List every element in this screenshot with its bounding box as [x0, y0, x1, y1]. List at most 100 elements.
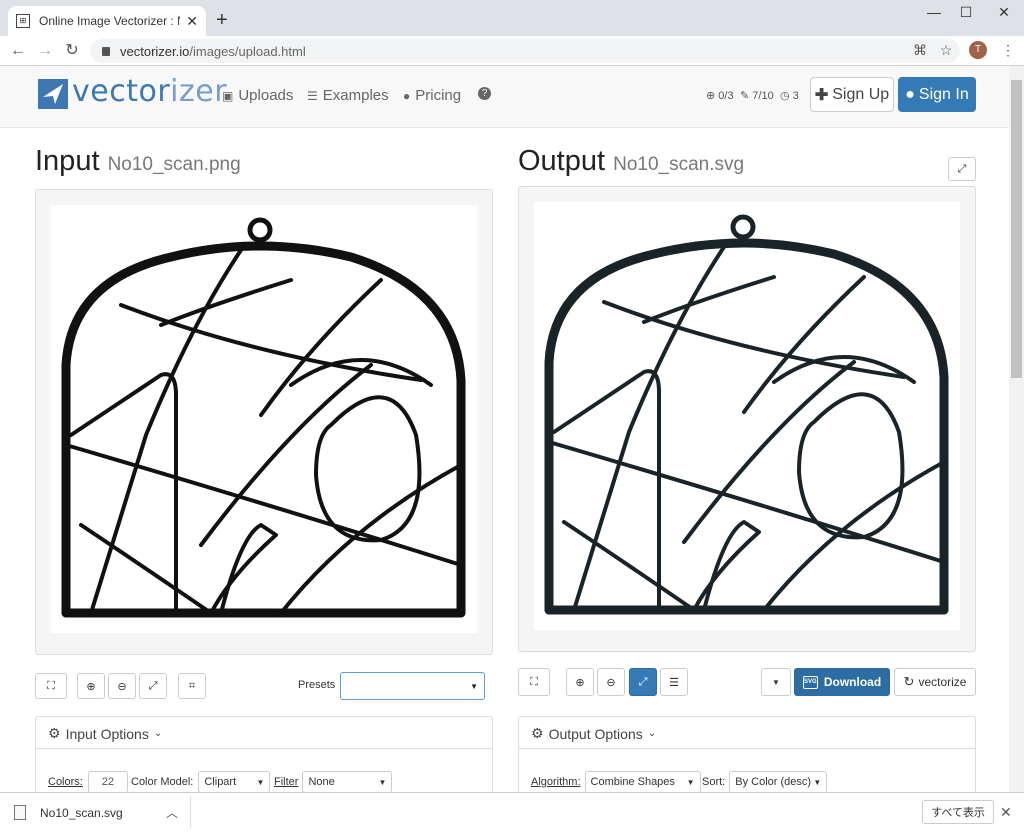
list-icon: ☰ [669, 676, 679, 689]
help-icon[interactable]: ? [478, 87, 491, 100]
output-image[interactable] [534, 202, 960, 630]
zoom-in-icon: ⊕ [86, 680, 96, 693]
fit-screen-button[interactable]: ⛶ [35, 673, 67, 699]
input-drawing [61, 217, 466, 618]
input-options-title: Input Options [65, 725, 149, 742]
url-field[interactable]: vectorizer.io/images/upload.html [90, 39, 960, 63]
zoom-out-button[interactable]: ⊖ [108, 673, 136, 699]
chevron-up-icon[interactable]: ︿ [166, 804, 178, 821]
maximize-icon[interactable]: ☐ [951, 4, 981, 21]
output-drawing [544, 214, 949, 615]
expand-icon: ⤢ [148, 679, 158, 692]
crop-button[interactable]: ⌗ [178, 673, 206, 699]
bookmark-star-icon[interactable]: ☆ [936, 42, 956, 59]
sign-in-label: Sign In [918, 85, 969, 103]
gear-icon: ⚙ [48, 725, 61, 741]
minimize-icon[interactable]: — [919, 4, 949, 20]
zoom-in-button[interactable]: ⊕ [77, 673, 105, 699]
output-list-button[interactable]: ☰ [660, 668, 688, 696]
nav-examples[interactable]: ☰ Examples [307, 87, 389, 104]
input-title: Input [35, 145, 100, 177]
color-model-label: Color Model: [131, 776, 194, 788]
plus-icon: ✚ [814, 86, 829, 104]
input-image[interactable] [51, 205, 477, 633]
logo-text-accent: izer [170, 74, 228, 109]
filter-option: Filter None ▼ [274, 771, 393, 793]
download-options-button[interactable]: ▼ [761, 668, 791, 696]
zoom-in-icon: ⊕ [575, 676, 585, 689]
filter-select[interactable]: None ▼ [302, 771, 393, 793]
sign-up-button[interactable]: ✚ Sign Up [810, 77, 894, 112]
vectorize-button[interactable]: ↻ vectorize [894, 668, 976, 696]
edit-quota-value: 7/10 [752, 90, 774, 102]
divider [36, 748, 492, 749]
caret-down-icon: ▼ [378, 777, 387, 787]
close-icon[interactable]: ✕ [1000, 804, 1012, 821]
download-button[interactable]: SVG Download [794, 668, 890, 696]
caret-down-icon: ▼ [772, 677, 780, 687]
zoom-out-icon: ⊖ [117, 680, 127, 693]
input-heading: Input No10_scan.png [35, 145, 241, 178]
fullscreen-button[interactable]: ⤢ [948, 157, 976, 181]
presets-select[interactable]: ▼ [340, 672, 485, 700]
color-model-value: Clipart [204, 776, 237, 788]
caret-down-icon: ▼ [686, 777, 695, 787]
algorithm-label[interactable]: Algorithm: [531, 776, 581, 788]
url-path: /images/upload.html [189, 43, 306, 59]
output-expand-button[interactable]: ⤢ [629, 668, 657, 696]
logo[interactable]: vectorizer [72, 74, 227, 109]
scrollbar-thumb[interactable] [1011, 80, 1022, 378]
fit-icon: ⛶ [47, 679, 55, 692]
image-icon: ▣ [222, 88, 234, 103]
output-image-panel[interactable] [518, 186, 976, 652]
time-quota-value: 3 [792, 90, 799, 102]
url-host: vectorizer.io [120, 43, 190, 59]
list-icon: ☰ [307, 88, 318, 103]
filter-label[interactable]: Filter [274, 776, 298, 788]
chevron-down-icon: ⌄ [153, 728, 163, 739]
download-shelf [0, 792, 1024, 833]
vectorize-label: vectorize [918, 675, 967, 689]
color-model-option: Color Model: Clipart ▼ [131, 771, 271, 793]
profile-avatar[interactable]: T [969, 41, 987, 59]
expand-icon: ⤢ [957, 162, 967, 175]
nav-pricing[interactable]: ● Pricing [403, 87, 461, 104]
reload-icon[interactable]: ↻ [62, 42, 82, 60]
caret-down-icon: ▼ [813, 777, 822, 787]
expand-button[interactable]: ⤢ [139, 673, 167, 699]
algorithm-option: Algorithm: Combine Shapes ▼ [531, 771, 701, 793]
downloaded-file[interactable]: No10_scan.svg [14, 805, 123, 820]
colors-label[interactable]: Colors: [48, 776, 83, 788]
sort-label: Sort: [702, 776, 726, 788]
browser-menu-icon[interactable]: ⋮ [998, 42, 1018, 59]
new-tab-icon[interactable]: + [216, 10, 228, 30]
nav-uploads[interactable]: ▣ Uploads [222, 87, 293, 104]
colors-option: Colors: 22 [48, 771, 128, 793]
show-all-button[interactable]: すべて表示 [922, 800, 994, 824]
output-zoom-in-button[interactable]: ⊕ [566, 668, 594, 696]
color-model-select[interactable]: Clipart ▼ [198, 771, 271, 793]
user-icon: ● [905, 85, 915, 103]
input-options-toggle[interactable]: ⚙ Input Options ⌄ [48, 725, 162, 742]
sort-select[interactable]: By Color (desc) ▼ [729, 771, 828, 793]
translate-icon[interactable]: ⌘ [910, 42, 930, 59]
output-title: Output [518, 145, 606, 177]
tab-close-icon[interactable]: ✕ [186, 13, 198, 30]
svg-file-icon: SVG [802, 675, 818, 689]
upload-quota: ⊕ 0/3 [706, 90, 734, 102]
output-fit-button[interactable]: ⛶ [518, 668, 550, 696]
browser-tab[interactable]: ⊞ Online Image Vectorizer : No10_ ✕ [8, 6, 206, 36]
back-icon[interactable]: ← [8, 42, 28, 60]
logo-icon[interactable] [38, 79, 68, 109]
algorithm-value: Combine Shapes [590, 776, 675, 788]
input-image-panel[interactable] [35, 189, 493, 655]
forward-icon[interactable]: → [35, 42, 55, 60]
colors-input[interactable]: 22 [87, 771, 128, 793]
divider [519, 748, 975, 749]
output-zoom-out-button[interactable]: ⊖ [597, 668, 625, 696]
sign-in-button[interactable]: ● Sign In [898, 77, 976, 112]
window-close-icon[interactable]: ✕ [989, 4, 1019, 21]
algorithm-select[interactable]: Combine Shapes ▼ [584, 771, 701, 793]
output-options-toggle[interactable]: ⚙ Output Options ⌄ [531, 725, 656, 742]
divider [190, 796, 191, 828]
